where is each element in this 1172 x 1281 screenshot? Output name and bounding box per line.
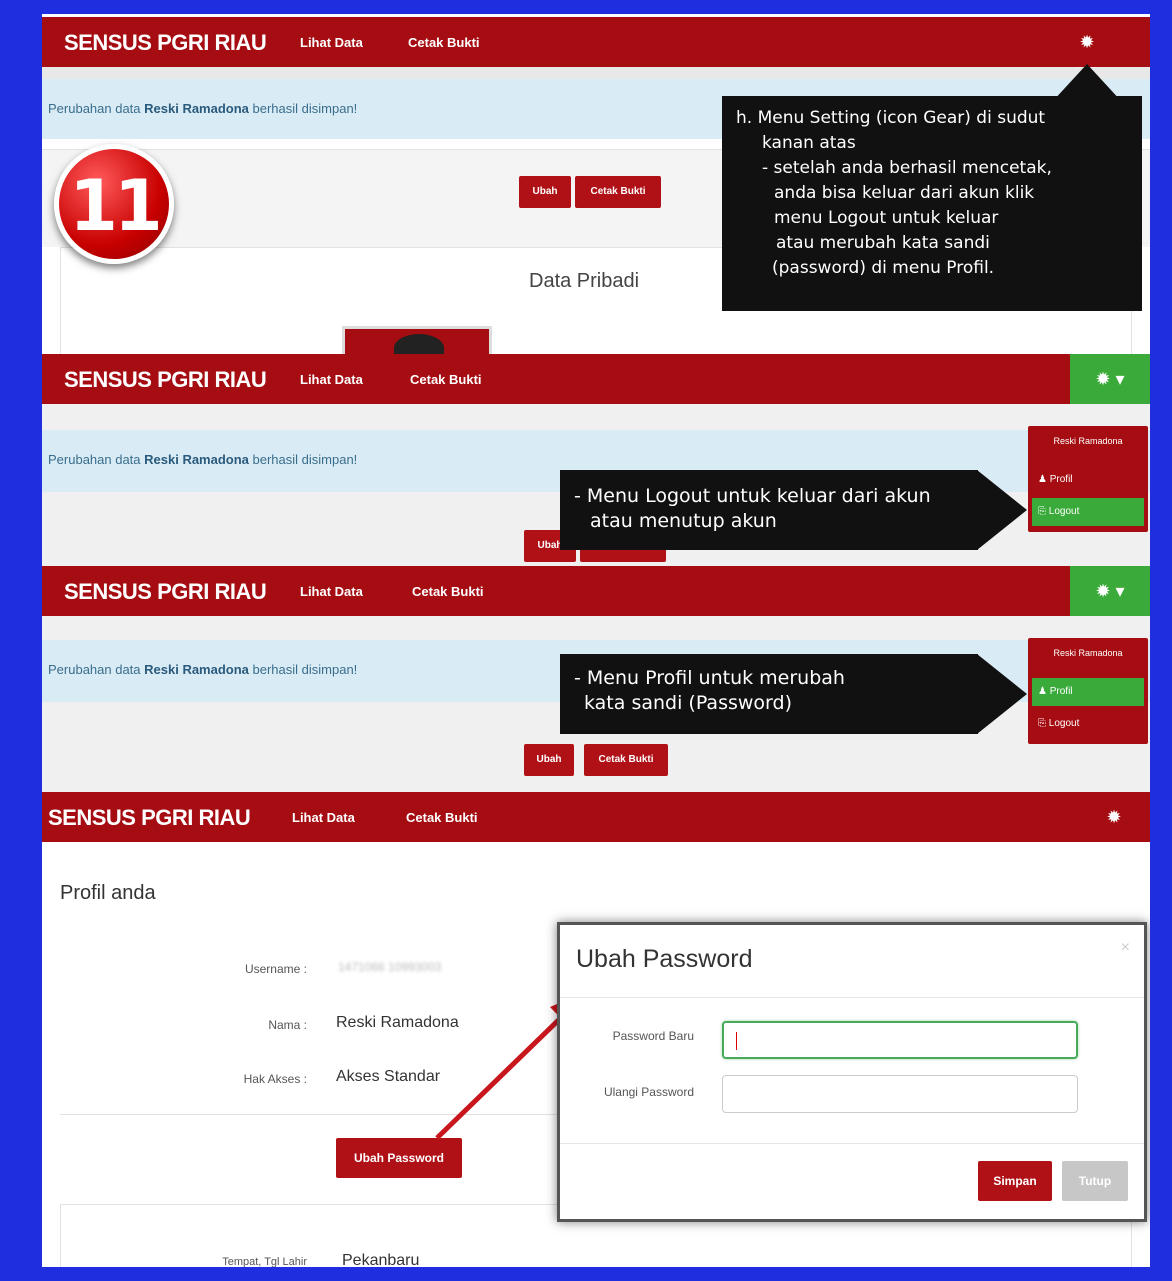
cetak-bukti-button[interactable]: Cetak Bukti [584, 744, 668, 776]
nav-lihat-data[interactable]: Lihat Data [300, 372, 363, 387]
text-cursor [736, 1032, 737, 1050]
new-password-input[interactable] [722, 1021, 1078, 1059]
dropdown-profil[interactable]: ♟ Profil [1032, 466, 1144, 494]
nama-value: Reski Ramadona [336, 1014, 459, 1031]
nav-lihat-data[interactable]: Lihat Data [292, 810, 355, 825]
modal-footer-divider [560, 1143, 1144, 1144]
step-number: 11 [69, 165, 162, 247]
nav-cetak-bukti[interactable]: Cetak Bukti [410, 372, 482, 387]
alert-user-name: Reski Ramadona [144, 101, 249, 116]
alert-suffix: berhasil disimpan! [248, 101, 358, 116]
dropdown-user-name: Reski Ramadona [1053, 436, 1123, 446]
ubah-password-modal: Ubah Password × Password Baru Ulangi Pas… [557, 922, 1147, 1222]
nav-cetak-bukti[interactable]: Cetak Bukti [406, 810, 478, 825]
dropdown-user-name: Reski Ramadona [1053, 648, 1123, 658]
logout-callout: - Menu Logout untuk keluar dari akun ata… [560, 470, 978, 550]
ubah-password-button[interactable]: Ubah Password [336, 1138, 462, 1178]
section-title: Data Pribadi [529, 270, 640, 292]
logout-icon: ⎘ [1038, 506, 1046, 517]
navbar: SENSUS PGRI RIAU Lihat Data Cetak Bukti … [42, 354, 1150, 404]
brand-logo[interactable]: SENSUS PGRI RIAU [48, 805, 251, 831]
gear-callout: h. Menu Setting (icon Gear) di sudut kan… [722, 96, 1142, 311]
settings-dropdown: Reski Ramadona ♟ Profil ⎘ Logout [1028, 638, 1148, 744]
dropdown-profil-label: Profil [1049, 686, 1073, 697]
ubah-button[interactable]: Ubah [524, 744, 574, 776]
settings-dropdown: Reski Ramadona ♟ Profil ⎘ Logout [1028, 426, 1148, 532]
dropdown-logout-label: Logout [1048, 506, 1080, 517]
callout-pointer [977, 654, 1027, 734]
callout-line: - setelah anda berhasil mencetak, [762, 158, 1052, 178]
callout-line: - Menu Logout untuk keluar dari akun [574, 485, 931, 507]
callout-pointer [977, 470, 1027, 550]
panel-step-password: SENSUS PGRI RIAU Lihat Data Cetak Bukti … [42, 792, 1150, 1267]
panel-step-gear: SENSUS PGRI RIAU Lihat Data Cetak Bukti … [42, 14, 1150, 354]
panel-step-logout: SENSUS PGRI RIAU Lihat Data Cetak Bukti … [42, 354, 1150, 564]
panel-step-profil: SENSUS PGRI RIAU Lihat Data Cetak Bukti … [42, 564, 1150, 792]
gear-menu-toggle[interactable]: ✹ ▾ [1070, 566, 1150, 616]
ttl-label: Tempat, Tgl Lahir [222, 1256, 307, 1267]
new-password-label: Password Baru [612, 1029, 694, 1043]
repeat-password-input[interactable] [722, 1075, 1078, 1113]
brand-logo[interactable]: SENSUS PGRI RIAU [64, 367, 267, 393]
dropdown-profil[interactable]: ♟ Profil [1032, 678, 1144, 706]
hak-akses-value: Akses Standar [336, 1068, 441, 1085]
alert-suffix: berhasil disimpan! [248, 662, 358, 677]
profile-title: Profil anda [60, 882, 156, 904]
nav-lihat-data[interactable]: Lihat Data [300, 35, 363, 50]
cetak-bukti-button[interactable]: Cetak Bukti [575, 176, 661, 208]
tutorial-frame: SENSUS PGRI RIAU Lihat Data Cetak Bukti … [42, 14, 1150, 1267]
repeat-password-label: Ulangi Password [603, 1085, 694, 1099]
profil-callout: - Menu Profil untuk merubah kata sandi (… [560, 654, 978, 734]
alert-prefix: Perubahan data [48, 101, 145, 116]
alert-suffix: berhasil disimpan! [248, 452, 358, 467]
alert-user-name: Reski Ramadona [144, 662, 249, 677]
callout-line: atau merubah kata sandi [776, 233, 990, 253]
callout-line: atau menutup akun [590, 510, 777, 532]
callout-line: (password) di menu Profil. [772, 258, 995, 278]
callout-line: kanan atas [762, 133, 856, 153]
step-number-badge: 11 [54, 144, 174, 264]
gear-icon[interactable]: ✹ [1094, 792, 1134, 842]
callout-line: anda bisa keluar dari akun klik [774, 183, 1035, 203]
nav-cetak-bukti[interactable]: Cetak Bukti [408, 35, 480, 50]
dropdown-profil-label: Profil [1049, 474, 1073, 485]
nav-cetak-bukti[interactable]: Cetak Bukti [412, 584, 484, 599]
logout-icon: ⎘ [1038, 718, 1046, 729]
gear-menu-toggle[interactable]: ✹ ▾ [1070, 354, 1150, 404]
callout-line: - Menu Profil untuk merubah [574, 667, 845, 689]
modal-close-icon[interactable]: × [1121, 939, 1130, 957]
navbar: SENSUS PGRI RIAU Lihat Data Cetak Bukti … [42, 792, 1150, 842]
alert-user-name: Reski Ramadona [144, 452, 249, 467]
navbar-shadow [42, 67, 1150, 79]
alert-prefix: Perubahan data [48, 662, 145, 677]
tutup-button[interactable]: Tutup [1062, 1161, 1128, 1201]
alert-prefix: Perubahan data [48, 452, 145, 467]
ttl-value: Pekanbaru [342, 1252, 420, 1267]
hak-akses-label: Hak Akses : [243, 1072, 307, 1086]
gear-icon[interactable]: ✹ [1067, 17, 1107, 67]
modal-title: Ubah Password [576, 945, 753, 973]
user-icon: ♟ [1038, 686, 1047, 697]
callout-line: h. Menu Setting (icon Gear) di sudut [736, 108, 1046, 128]
dropdown-logout[interactable]: ⎘ Logout [1032, 710, 1144, 738]
navbar: SENSUS PGRI RIAU Lihat Data Cetak Bukti … [42, 566, 1150, 616]
user-icon: ♟ [1038, 474, 1047, 485]
navbar: SENSUS PGRI RIAU Lihat Data Cetak Bukti … [42, 17, 1150, 67]
nav-lihat-data[interactable]: Lihat Data [300, 584, 363, 599]
dropdown-logout[interactable]: ⎘ Logout [1032, 498, 1144, 526]
simpan-button[interactable]: Simpan [978, 1161, 1052, 1201]
ubah-button[interactable]: Ubah [519, 176, 571, 208]
divider [60, 1114, 560, 1115]
username-value: 1471066 10993003 [338, 960, 442, 974]
nama-label: Nama : [268, 1018, 307, 1032]
modal-header-divider [560, 997, 1144, 998]
username-label: Username : [244, 962, 307, 976]
brand-logo[interactable]: SENSUS PGRI RIAU [64, 579, 267, 605]
callout-line: kata sandi (Password) [584, 692, 792, 714]
brand-logo[interactable]: SENSUS PGRI RIAU [64, 30, 267, 56]
dropdown-logout-label: Logout [1048, 718, 1080, 729]
callout-line: menu Logout untuk keluar [774, 208, 999, 228]
